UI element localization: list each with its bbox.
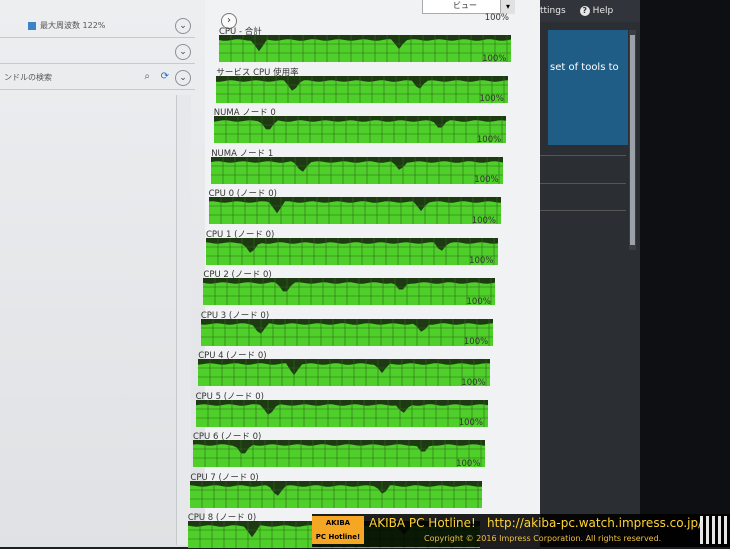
cpu-usage-graph [219, 35, 511, 62]
cpu-graph-block: NUMA ノード 0 100% [213, 94, 506, 144]
cpu-usage-graph [213, 116, 506, 143]
chevron-down-icon[interactable]: ⌄ [175, 44, 191, 60]
cpu-graph-block: NUMA ノード 1 100% [211, 135, 504, 185]
copyright: Copyright © 2016 Impress Corporation. Al… [424, 534, 662, 543]
cpu-graph-block: CPU 7 (ノード 0) 100% [190, 459, 483, 509]
cpu-graph-max-percent: 100% [476, 134, 502, 145]
chevron-down-icon[interactable]: ⌄ [175, 70, 191, 86]
performance-panel: › ビュー ▾ CPU - 合計 100% サービス CPU 使用率 100% NUMA… [187, 0, 541, 548]
chevron-down-icon[interactable]: ⌄ [175, 18, 191, 34]
cpu-graph-max-percent: 100% [479, 94, 504, 104]
cpu-usage-graph [206, 237, 498, 265]
cpu-graph-max-percent: 100% [461, 377, 486, 388]
view-button[interactable]: ビュー [422, 0, 512, 14]
qr-code [700, 516, 728, 544]
cpu-graph-block: CPU - 合計 100% [219, 13, 511, 63]
left-row-2: ⌄ [0, 40, 195, 64]
settings-menu[interactable]: ttings [540, 6, 566, 16]
cpu-graph-max-percent: 100% [466, 296, 491, 307]
cpu-graph-block: CPU 1 (ノード 0) 100% [206, 216, 498, 266]
max-frequency-label: 最大周波数 122% [40, 21, 106, 30]
cpu-graph-block: CPU 6 (ノード 0) 100% [193, 418, 485, 468]
left-pane: 最大周波数 122% ⌄ ⌄ ンドルの検索 ⌕ ⟳ ⌄ [0, 0, 206, 547]
cpu-graph-block: サービス CPU 使用率 100% [216, 54, 509, 104]
cpu-graph-block: CPU 2 (ノード 0) 100% [203, 256, 496, 306]
cpu-graph-block: CPU 3 (ノード 0) 100% [200, 297, 493, 347]
cpu-icon [28, 21, 36, 30]
monitor-bezel [640, 0, 730, 547]
cpu-usage-graph [216, 75, 509, 103]
cpu-graph-block: CPU 0 (ノード 0) 100% [208, 175, 501, 225]
help-menu[interactable]: Help [593, 6, 614, 16]
cpu-graph-max-percent: 100% [474, 175, 499, 185]
tile-text: set of tools to [550, 62, 619, 73]
cpu-graph-max-percent: 100% [463, 337, 489, 347]
search-input[interactable]: ンドルの検索 [4, 72, 52, 83]
cpu-usage-graph [211, 156, 504, 184]
site-url: http://akiba-pc.watch.impress.co.jp/ [487, 516, 703, 530]
cpu-graph-max-percent: 100% [456, 458, 481, 469]
cpu-usage-graph [200, 318, 493, 346]
cpu-graph-max-percent: 100% [484, 13, 509, 23]
cpu-usage-graph [203, 278, 496, 305]
right-window: ttings ? Help set of tools to [540, 0, 640, 547]
help-icon[interactable]: ? [579, 6, 590, 16]
cpu-graph-max-percent: 100% [471, 215, 496, 226]
cpu-graph-max-percent: 100% [482, 53, 507, 64]
cpu-graph-max-percent: 100% [458, 418, 483, 428]
akiba-logo: AKIBA PC Hotline! [312, 516, 364, 544]
site-title: AKIBA PC Hotline! [369, 516, 476, 530]
cpu-graph-max-percent: 100% [469, 256, 494, 266]
divider [540, 210, 626, 211]
search-row[interactable]: ンドルの検索 ⌕ ⟳ ⌄ [0, 66, 195, 90]
cpu-graph-block: CPU 4 (ノード 0) 100% [198, 337, 491, 387]
refresh-icon[interactable]: ⟳ [161, 71, 169, 82]
cpu-usage-graph [190, 480, 483, 508]
watermark-banner: AKIBA PC Hotline! AKIBA PC Hotline! http… [312, 514, 730, 547]
cpu-graph-block: CPU 5 (ノード 0) 100% [195, 378, 488, 428]
left-scrollbar[interactable] [176, 95, 191, 545]
cpu-usage-graph [195, 399, 488, 427]
cpu-usage-graph [198, 359, 491, 386]
cpu-usage-graph [193, 440, 485, 467]
cpu-usage-graph [208, 197, 501, 224]
right-window-menubar: ttings ? Help [540, 0, 640, 22]
search-icon[interactable]: ⌕ [144, 71, 150, 82]
divider [540, 155, 626, 156]
max-frequency-row: 最大周波数 122% ⌄ [0, 14, 195, 38]
divider [540, 183, 626, 184]
scrollbar-thumb[interactable] [630, 35, 635, 245]
dropdown-arrow-icon[interactable]: ▾ [500, 0, 515, 14]
feature-tile[interactable]: set of tools to [548, 30, 628, 145]
